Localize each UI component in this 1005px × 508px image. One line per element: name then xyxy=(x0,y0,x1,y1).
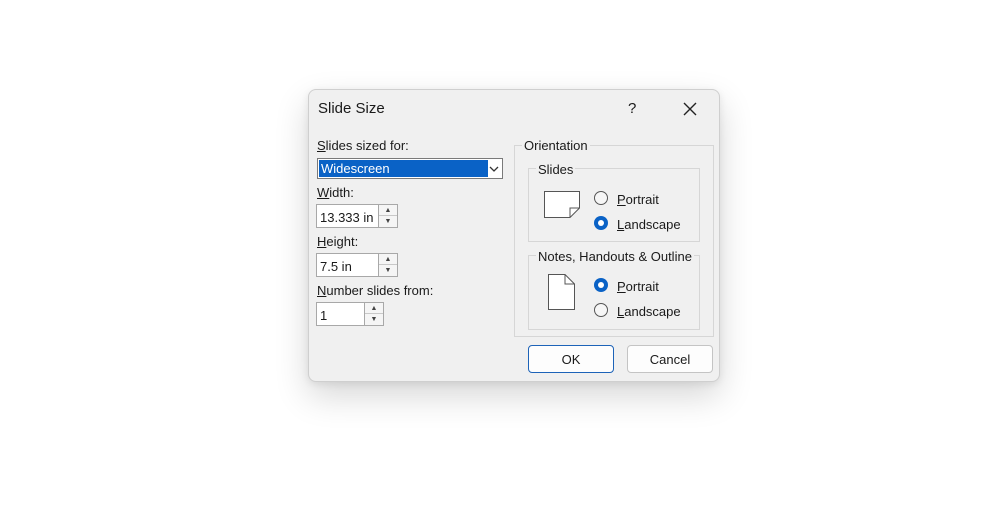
notes-portrait-radio[interactable] xyxy=(594,278,608,292)
slides-portrait-radio[interactable] xyxy=(594,191,608,205)
height-value: 7.5 in xyxy=(320,259,352,274)
width-label: Width: xyxy=(317,185,354,200)
cancel-button[interactable]: Cancel xyxy=(627,345,713,373)
select-value: Widescreen xyxy=(319,160,488,177)
width-value: 13.333 in xyxy=(320,210,374,225)
width-stepper[interactable]: 13.333 in ▲ ▼ xyxy=(316,204,398,228)
slides-group-title: Slides xyxy=(536,162,576,177)
width-up-arrow-icon[interactable]: ▲ xyxy=(379,205,397,216)
slides-sized-for-select[interactable]: Widescreen xyxy=(317,158,503,179)
chevron-down-icon xyxy=(489,162,499,174)
notes-landscape-radio[interactable] xyxy=(594,303,608,317)
close-icon[interactable] xyxy=(681,100,699,118)
height-label: Height: xyxy=(317,234,359,249)
ok-button[interactable]: OK xyxy=(528,345,614,373)
number-slides-from-label: Number slides from: xyxy=(317,283,434,298)
orientation-title: Orientation xyxy=(522,138,590,153)
number-slides-from-stepper[interactable]: 1 ▲ ▼ xyxy=(316,302,384,326)
width-down-arrow-icon[interactable]: ▼ xyxy=(379,216,397,227)
portrait-page-icon xyxy=(548,274,575,315)
slide-size-dialog: Slide Size ? Slides sized for: Widescree… xyxy=(308,89,720,382)
notes-portrait-label: Portrait xyxy=(617,279,659,294)
number-down-arrow-icon[interactable]: ▼ xyxy=(365,314,383,325)
height-down-arrow-icon[interactable]: ▼ xyxy=(379,265,397,276)
help-button[interactable]: ? xyxy=(628,100,636,117)
height-stepper[interactable]: 7.5 in ▲ ▼ xyxy=(316,253,398,277)
number-slides-from-value: 1 xyxy=(320,308,328,323)
notes-landscape-label: Landscape xyxy=(617,304,681,319)
dialog-title: Slide Size xyxy=(318,100,385,117)
number-up-arrow-icon[interactable]: ▲ xyxy=(365,303,383,314)
landscape-page-icon xyxy=(544,191,580,223)
slides-landscape-radio[interactable] xyxy=(594,216,608,230)
slides-sized-for-label: Slides sized for: xyxy=(317,138,409,153)
slides-portrait-label: Portrait xyxy=(617,192,659,207)
height-up-arrow-icon[interactable]: ▲ xyxy=(379,254,397,265)
notes-group-title: Notes, Handouts & Outline xyxy=(536,249,694,264)
slides-landscape-label: Landscape xyxy=(617,217,681,232)
